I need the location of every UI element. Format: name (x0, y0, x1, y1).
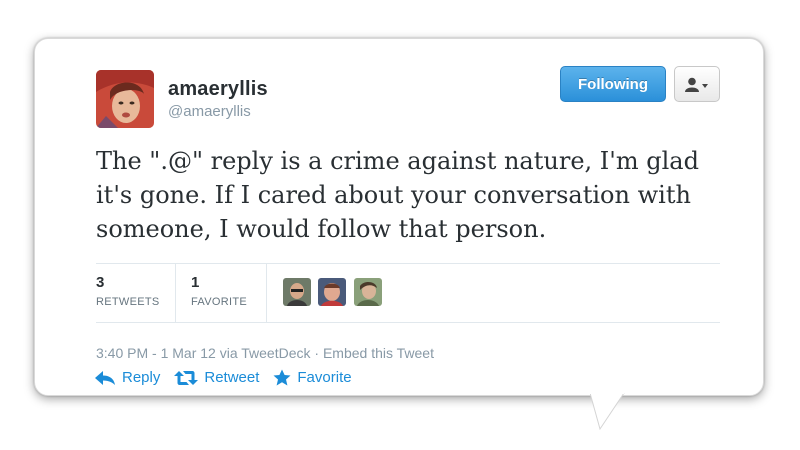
embedded-tweet-card: amaeryllis @amaeryllis Following The ".@… (0, 0, 800, 450)
tweet-actions: Reply Retweet Favorite (94, 369, 366, 386)
stats-top-divider (96, 263, 720, 264)
retweets-label: RETWEETS (96, 296, 160, 308)
retweet-button[interactable]: Retweet (174, 369, 259, 386)
reply-label: Reply (122, 369, 161, 386)
timestamp[interactable]: 3:40 PM - 1 Mar 12 (96, 345, 216, 361)
meta-separator: · (314, 345, 320, 361)
favorite-button[interactable]: Favorite (273, 369, 352, 386)
retweeter-avatar[interactable] (283, 278, 311, 306)
retweet-label: Retweet (204, 369, 260, 386)
retweeter-avatar[interactable] (318, 278, 346, 306)
user-handle[interactable]: @amaeryllis (168, 103, 251, 120)
favorites-count: 1 (191, 274, 200, 291)
tweet-meta: 3:40 PM - 1 Mar 12 via TweetDeck · Embed… (96, 345, 434, 361)
stats-bottom-divider (96, 322, 720, 323)
following-button[interactable]: Following (560, 66, 666, 102)
favorite-icon (273, 369, 291, 386)
favorite-label: Favorite (297, 369, 352, 386)
stats-separator (175, 264, 176, 322)
display-name[interactable]: amaeryllis (168, 78, 268, 101)
tweet-text: The ".@" reply is a crime against nature… (96, 147, 699, 243)
stats-separator (266, 264, 267, 322)
retweet-icon (174, 370, 199, 385)
via-client: via TweetDeck (219, 345, 311, 361)
favorites-label: FAVORITE (191, 296, 247, 308)
retweets-count: 3 (96, 274, 105, 291)
avatar[interactable] (96, 70, 154, 128)
retweets-stat[interactable]: 3 RETWEETS (96, 274, 160, 308)
user-menu-button[interactable] (674, 66, 720, 102)
reply-button[interactable]: Reply (94, 369, 160, 386)
reply-icon (95, 370, 115, 385)
favorites-stat[interactable]: 1 FAVORITE (191, 274, 247, 308)
user-menu-icon (685, 77, 708, 92)
embed-tweet-link[interactable]: Embed this Tweet (323, 345, 434, 361)
favoriter-avatar[interactable] (354, 278, 382, 306)
